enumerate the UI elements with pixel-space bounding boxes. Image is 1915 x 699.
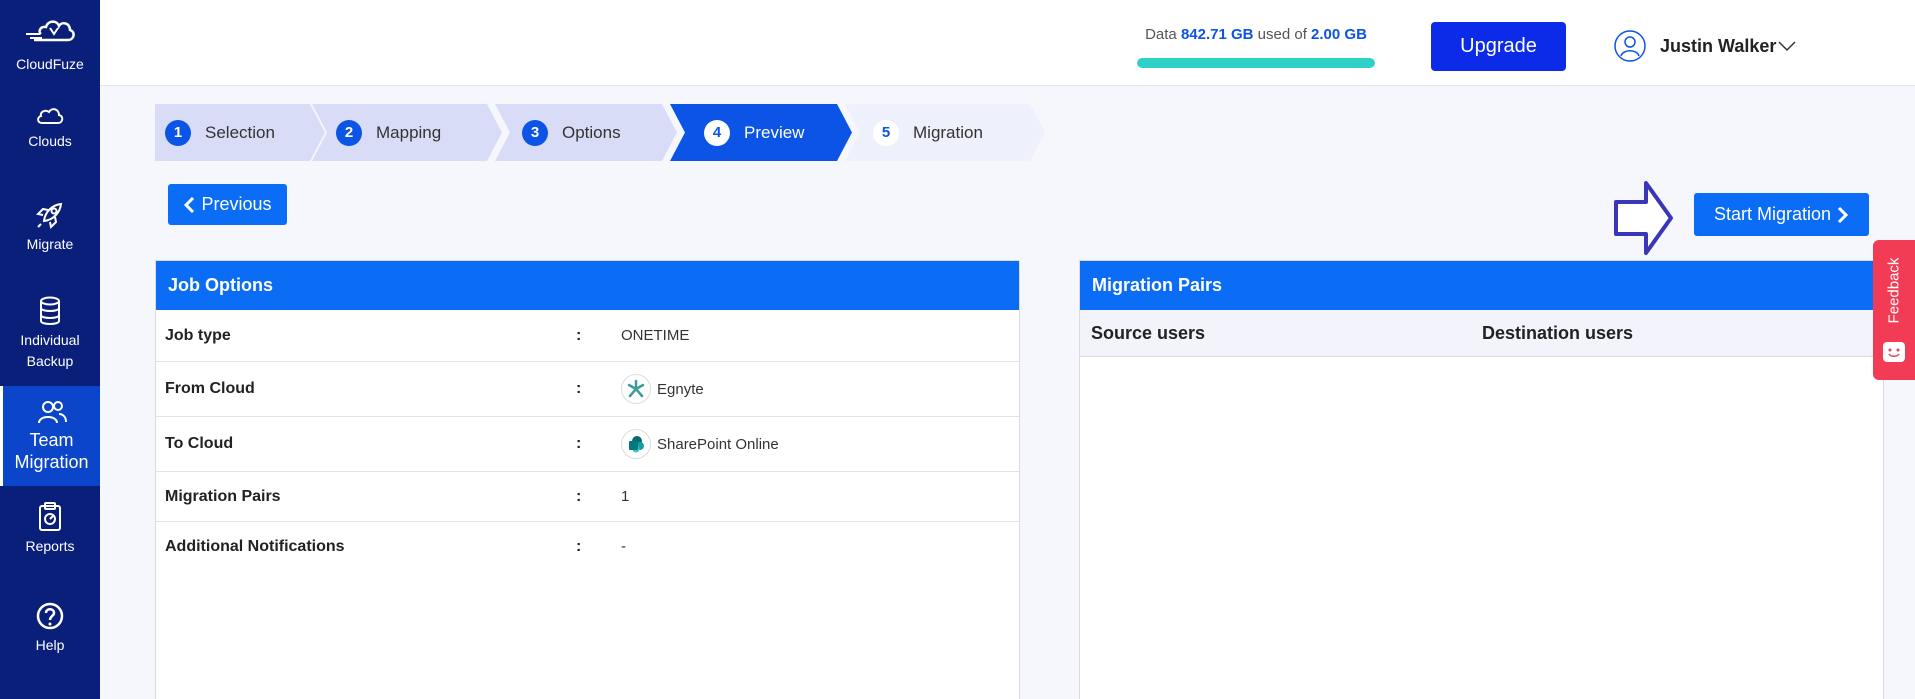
sidebar-item-individual-backup[interactable]: Individual Backup: [0, 296, 100, 372]
user-menu[interactable]: Justin Walker: [1614, 30, 1796, 62]
sidebar-item-label: Clouds: [28, 133, 72, 149]
sidebar-item-label: Individual: [20, 332, 80, 348]
sidebar-item-label: Migration: [14, 452, 89, 472]
migration-pairs-title: Migration Pairs: [1080, 261, 1883, 310]
team-icon: [37, 401, 67, 424]
step-label: Migration: [913, 122, 983, 142]
help-icon: [36, 602, 64, 630]
usage-total: 2.00 GB: [1311, 26, 1367, 43]
sharepoint-logo-icon: [621, 429, 651, 459]
brand-name: CloudFuze: [16, 56, 84, 72]
step-options[interactable]: 3 Options: [495, 104, 677, 161]
usage-used: 842.71 GB: [1180, 26, 1254, 43]
start-migration-button[interactable]: Start Migration: [1694, 193, 1869, 236]
to-cloud-value: SharePoint Online: [657, 435, 779, 453]
step-label: Selection: [205, 122, 275, 142]
database-icon: [40, 296, 60, 325]
sidebar-item-label: Team: [29, 430, 74, 450]
job-options-panel: Job Options Job type : ONETIME From Clou…: [155, 260, 1020, 699]
rocket-icon: [35, 202, 63, 230]
sidebar: CloudFuze Clouds Migrate Individual Back…: [0, 0, 100, 699]
previous-button[interactable]: Previous: [168, 184, 287, 225]
additional-notifications-row: Additional Notifications : -: [165, 537, 626, 556]
chevron-down-icon: [1778, 41, 1796, 52]
sidebar-item-label: Migrate: [26, 236, 74, 252]
arrow-right-hint-icon: [1614, 181, 1673, 255]
job-type-row: Job type : ONETIME: [156, 310, 1019, 362]
step-label: Mapping: [376, 122, 442, 142]
upgrade-button[interactable]: Upgrade: [1431, 22, 1566, 71]
smiley-icon: [1883, 342, 1905, 362]
user-name: Justin Walker: [1660, 35, 1777, 56]
sidebar-item-clouds[interactable]: Clouds: [0, 103, 100, 152]
sidebar-item-team-migration[interactable]: Team Migration: [0, 386, 100, 486]
source-users-header: Source users: [1091, 322, 1206, 343]
chevron-right-icon: [1837, 206, 1849, 223]
to-cloud-row: To Cloud : SharePoint Online: [156, 417, 1019, 472]
step-preview[interactable]: 4 Preview: [670, 104, 852, 161]
step-selection[interactable]: 1 Selection: [155, 104, 325, 161]
step-migration[interactable]: 5 Migration: [845, 104, 1045, 161]
sidebar-item-label: Reports: [25, 538, 75, 554]
egnyte-logo-icon: [621, 374, 651, 404]
migration-pairs-panel: Migration Pairs Source users Destination…: [1079, 260, 1884, 699]
from-cloud-row: From Cloud : Egnyte: [156, 362, 1019, 417]
feedback-label: Feedback: [1885, 257, 1903, 323]
storage-usage-fill: [1137, 58, 1375, 68]
step-label: Preview: [744, 122, 805, 142]
user-avatar-icon: [1614, 30, 1646, 62]
migration-pairs-table-header: Source users Destination users: [1080, 310, 1883, 357]
step-mapping[interactable]: 2 Mapping: [312, 104, 502, 161]
sidebar-item-label: Help: [35, 637, 65, 653]
feedback-tab[interactable]: Feedback: [1873, 240, 1915, 380]
sidebar-item-label: Backup: [26, 353, 74, 369]
destination-users-header: Destination users: [1482, 322, 1634, 343]
brand-logo[interactable]: CloudFuze: [0, 14, 100, 75]
migration-pairs-row: Migration Pairs : 1: [156, 472, 1019, 522]
sidebar-item-reports[interactable]: Reports: [0, 502, 100, 557]
sidebar-item-help[interactable]: Help: [0, 601, 100, 656]
job-options-title: Job Options: [156, 261, 1019, 310]
sidebar-item-migrate[interactable]: Migrate: [0, 200, 100, 255]
cloud-icon: [37, 108, 64, 124]
step-label: Options: [562, 122, 621, 142]
storage-usage-bar: [1137, 58, 1375, 68]
top-bar: Data 842.71 GB used of 2.00 GB Upgrade J…: [100, 0, 1915, 86]
cloudfuze-logo-icon: [26, 20, 75, 42]
chevron-left-icon: [184, 196, 195, 213]
storage-usage-text: Data 842.71 GB used of 2.00 GB: [1145, 26, 1367, 43]
clipboard-icon: [39, 502, 61, 531]
from-cloud-value: Egnyte: [657, 380, 704, 398]
